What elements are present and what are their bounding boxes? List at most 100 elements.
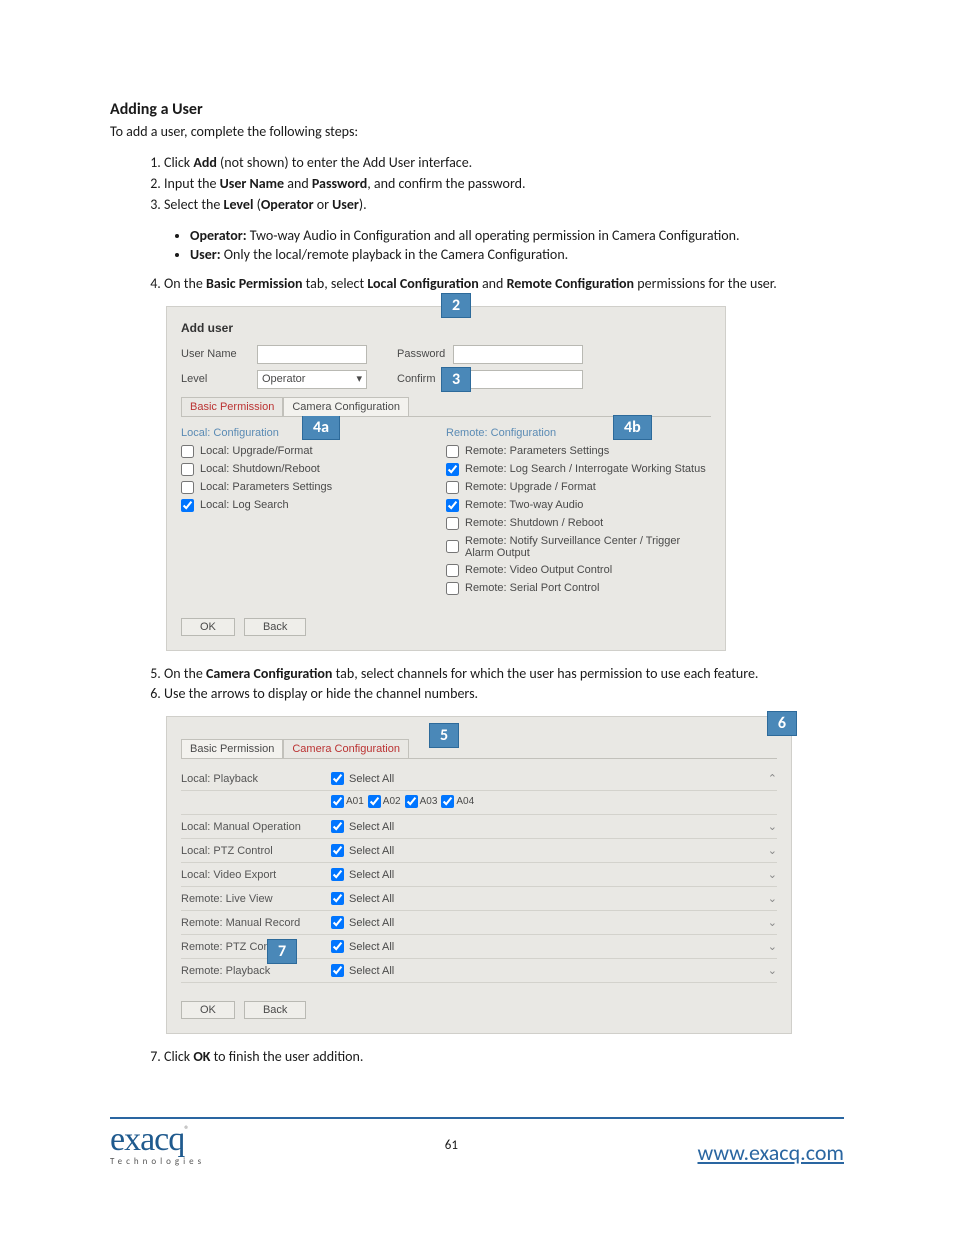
back-button[interactable]: Back (244, 618, 306, 636)
step-2: Input the User Name and Password, and co… (164, 175, 844, 194)
chan-a02[interactable]: A02 (368, 795, 401, 808)
collapse-icon[interactable]: ⌃ (768, 772, 777, 785)
ok-button[interactable]: OK (181, 618, 235, 636)
expand-icon[interactable]: ⌄ (768, 844, 777, 857)
step-6: Use the arrows to display or hide the ch… (164, 685, 844, 704)
password-input[interactable] (453, 345, 583, 364)
perm-remote-log[interactable]: Remote: Log Search / Interrogate Working… (446, 463, 711, 476)
select-all[interactable]: Select All (331, 844, 394, 857)
bold: OK (193, 1048, 210, 1065)
chan-label: A02 (383, 796, 401, 807)
expand-icon[interactable]: ⌄ (768, 820, 777, 833)
text: Click (164, 154, 193, 171)
password-label: Password (397, 348, 453, 360)
select-all[interactable]: Select All (331, 964, 394, 977)
steps-list-cont3: Click OK to finish the user addition. (110, 1048, 844, 1067)
chan-a04[interactable]: A04 (441, 795, 474, 808)
perm-local-params[interactable]: Local: Parameters Settings (181, 481, 446, 494)
confirm-input[interactable] (453, 370, 583, 389)
checkbox[interactable] (331, 844, 344, 857)
step-5: On the Camera Configuration tab, select … (164, 665, 844, 684)
checkbox[interactable] (331, 964, 344, 977)
logo-subtext: Technologies (110, 1158, 205, 1166)
expand-icon[interactable]: ⌄ (768, 964, 777, 977)
bold: Local Configuration (367, 275, 479, 292)
chan-a03[interactable]: A03 (405, 795, 438, 808)
checkbox[interactable] (446, 481, 459, 494)
checkbox[interactable] (331, 916, 344, 929)
checkbox[interactable] (331, 820, 344, 833)
exacq-link[interactable]: www.exacq.com (698, 1139, 845, 1166)
registered-icon: ® (184, 1123, 189, 1136)
expand-icon[interactable]: ⌄ (768, 916, 777, 929)
checkbox[interactable] (446, 540, 459, 553)
checkbox[interactable] (446, 517, 459, 530)
back-button[interactable]: Back (244, 1001, 306, 1019)
checkbox[interactable] (181, 499, 194, 512)
chan-a01[interactable]: A01 (331, 795, 364, 808)
callout-3: 3 (441, 367, 471, 392)
text: Two-way Audio in Configuration and all o… (247, 227, 740, 244)
checkbox[interactable] (331, 868, 344, 881)
footer-url: www.exacq.com (698, 1139, 845, 1166)
row-label: Remote: PTZ Control (181, 941, 331, 953)
select-all[interactable]: Select All (331, 820, 394, 833)
text: Input the (164, 175, 220, 192)
select-all-label: Select All (349, 965, 394, 977)
checkbox[interactable] (446, 463, 459, 476)
tab-basic-permission[interactable]: Basic Permission (181, 397, 283, 416)
checkbox[interactable] (446, 582, 459, 595)
checkbox[interactable] (181, 445, 194, 458)
checkbox[interactable] (331, 772, 344, 785)
tab-basic-permission-2[interactable]: Basic Permission (181, 739, 283, 758)
select-all-label: Select All (349, 941, 394, 953)
checkbox[interactable] (405, 795, 418, 808)
steps-list-cont: On the Basic Permission tab, select Loca… (110, 275, 844, 294)
perm-local-log[interactable]: Local: Log Search (181, 499, 446, 512)
checkbox[interactable] (441, 795, 454, 808)
level-value: Operator (262, 373, 305, 385)
perm-remote-notify[interactable]: Remote: Notify Surveillance Center / Tri… (446, 535, 711, 559)
select-all[interactable]: Select All (331, 868, 394, 881)
checkbox[interactable] (446, 499, 459, 512)
checkbox[interactable] (181, 481, 194, 494)
row-label: Local: Video Export (181, 869, 331, 881)
select-all[interactable]: Select All (331, 892, 394, 905)
ok-button[interactable]: OK (181, 1001, 235, 1019)
expand-icon[interactable]: ⌄ (768, 868, 777, 881)
tab-camera-configuration[interactable]: Camera Configuration (283, 397, 409, 416)
remote-permissions-col: Remote: Configuration Remote: Parameters… (446, 427, 711, 600)
level-select[interactable]: Operator▾ (257, 370, 367, 389)
perm-local-shutdown[interactable]: Local: Shutdown/Reboot (181, 463, 446, 476)
expand-icon[interactable]: ⌄ (768, 892, 777, 905)
tab-camera-configuration-2[interactable]: Camera Configuration (283, 739, 409, 758)
select-all[interactable]: Select All (331, 772, 394, 785)
perm-remote-upgrade[interactable]: Remote: Upgrade / Format (446, 481, 711, 494)
checkbox[interactable] (446, 564, 459, 577)
perm-remote-audio[interactable]: Remote: Two-way Audio (446, 499, 711, 512)
perm-remote-params[interactable]: Remote: Parameters Settings (446, 445, 711, 458)
row-remote-live: Remote: Live ViewSelect All⌄ (181, 887, 777, 911)
section-heading: Adding a User (110, 100, 844, 119)
text: to finish the user addition. (210, 1048, 363, 1065)
page-number: 61 (445, 1138, 458, 1153)
checkbox[interactable] (331, 940, 344, 953)
text: and (284, 175, 312, 192)
checkbox[interactable] (368, 795, 381, 808)
checkbox[interactable] (181, 463, 194, 476)
page-footer: exacq® Technologies 61 www.exacq.com (110, 1117, 844, 1166)
text: permissions for the user. (634, 275, 777, 292)
perm-remote-serial[interactable]: Remote: Serial Port Control (446, 582, 711, 595)
perm-remote-video-out[interactable]: Remote: Video Output Control (446, 564, 711, 577)
select-all[interactable]: Select All (331, 916, 394, 929)
checkbox[interactable] (331, 892, 344, 905)
username-input[interactable] (257, 345, 367, 364)
expand-icon[interactable]: ⌄ (768, 940, 777, 953)
checkbox[interactable] (331, 795, 344, 808)
select-all[interactable]: Select All (331, 940, 394, 953)
perm-local-upgrade[interactable]: Local: Upgrade/Format (181, 445, 446, 458)
level-descriptions: Operator: Two-way Audio in Configuration… (110, 227, 844, 263)
checkbox[interactable] (446, 445, 459, 458)
local-permissions-col: Local: Configuration Local: Upgrade/Form… (181, 427, 446, 600)
perm-remote-shutdown[interactable]: Remote: Shutdown / Reboot (446, 517, 711, 530)
